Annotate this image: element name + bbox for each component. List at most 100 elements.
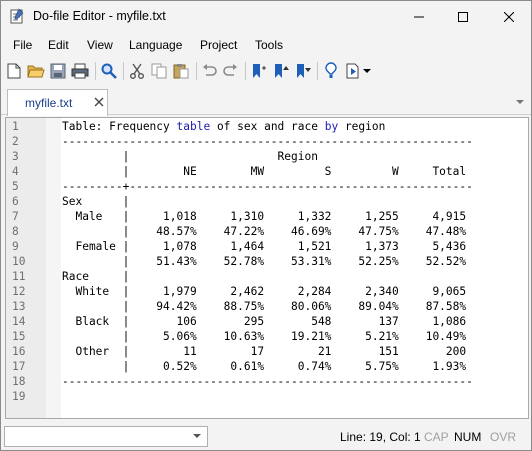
minimize-icon bbox=[414, 16, 424, 17]
text-token: Table: Frequency bbox=[62, 120, 177, 133]
save-button[interactable] bbox=[48, 60, 68, 82]
execute-do-button[interactable] bbox=[343, 60, 363, 82]
do-file-editor-app-icon bbox=[10, 8, 24, 24]
line-text: Race | bbox=[62, 269, 129, 284]
undo-button[interactable] bbox=[199, 60, 219, 82]
line-number: 5 bbox=[12, 180, 19, 193]
code-line[interactable]: 9 Female | 1,078 1,464 1,521 1,373 5,436 bbox=[6, 239, 526, 254]
line-number: 9 bbox=[12, 240, 19, 253]
code-line[interactable]: 16 Other | 11 17 21 151 200 bbox=[6, 344, 526, 359]
toolbar-separator bbox=[317, 62, 318, 80]
text-token: ----------------------------------------… bbox=[62, 135, 473, 148]
text-token: Race | bbox=[62, 270, 130, 283]
line-number: 11 bbox=[12, 270, 26, 283]
code-line[interactable]: 1 Table: Frequency table of sex and race … bbox=[6, 119, 526, 134]
line-text: Black | 106 295 548 137 1,086 bbox=[62, 314, 466, 329]
print-icon bbox=[71, 63, 89, 79]
text-token: region bbox=[338, 120, 386, 133]
toolbar-separator bbox=[245, 62, 246, 80]
text-token: | Region bbox=[62, 150, 318, 163]
do-file-editor-window: Do-file Editor - myfile.txt File Edit Vi… bbox=[0, 0, 532, 451]
code-line[interactable]: 11 Race | bbox=[6, 269, 526, 284]
editor-lines: 1 Table: Frequency table of sex and race … bbox=[6, 119, 526, 404]
code-line[interactable]: 7 Male | 1,018 1,310 1,332 1,255 4,915 bbox=[6, 209, 526, 224]
text-token: ----------------------------------------… bbox=[62, 375, 473, 388]
maximize-icon bbox=[458, 11, 468, 22]
code-line[interactable]: 18 --------------------------------------… bbox=[6, 374, 526, 389]
previous-bookmark-button[interactable] bbox=[271, 60, 291, 82]
line-number: 7 bbox=[12, 210, 19, 223]
code-line[interactable]: 10 | 51.43% 52.78% 53.31% 52.25% 52.52% bbox=[6, 254, 526, 269]
line-text: Female | 1,078 1,464 1,521 1,373 5,436 bbox=[62, 239, 466, 254]
code-line[interactable]: 14 Black | 106 295 548 137 1,086 bbox=[6, 314, 526, 329]
code-editor[interactable]: 1 Table: Frequency table of sex and race … bbox=[5, 117, 529, 419]
code-line[interactable]: 5 ---------+-----------------------------… bbox=[6, 179, 526, 194]
menu-bar: File Edit View Language Project Tools bbox=[1, 34, 531, 56]
maximize-button[interactable] bbox=[441, 1, 485, 32]
line-number: 18 bbox=[12, 375, 26, 388]
line-text: ----------------------------------------… bbox=[62, 374, 473, 389]
menu-file[interactable]: File bbox=[13, 38, 32, 52]
toolbar-separator bbox=[95, 62, 96, 80]
window-title: Do-file Editor - myfile.txt bbox=[33, 9, 166, 23]
code-line[interactable]: 3 | Region bbox=[6, 149, 526, 164]
menu-edit[interactable]: Edit bbox=[48, 38, 69, 52]
line-number: 1 bbox=[12, 120, 19, 133]
vertical-scrollbar[interactable] bbox=[518, 118, 528, 418]
next-bookmark-button[interactable] bbox=[293, 60, 313, 82]
menu-view[interactable]: View bbox=[87, 38, 113, 52]
print-button[interactable] bbox=[70, 60, 90, 82]
open-folder-icon bbox=[27, 65, 45, 77]
code-line[interactable]: 2 ---------------------------------------… bbox=[6, 134, 526, 149]
code-line[interactable]: 17 | 0.52% 0.61% 0.74% 5.75% 1.93% bbox=[6, 359, 526, 374]
text-token: | 48.57% 47.22% 46.69% 47.75% 47.48% bbox=[62, 225, 467, 238]
line-number: 8 bbox=[12, 225, 19, 238]
code-line[interactable]: 15 | 5.06% 10.63% 19.21% 5.21% 10.49% bbox=[6, 329, 526, 344]
open-button[interactable] bbox=[26, 60, 46, 82]
code-line[interactable]: 6 Sex | bbox=[6, 194, 526, 209]
menu-tools[interactable]: Tools bbox=[255, 38, 283, 52]
redo-button[interactable] bbox=[221, 60, 241, 82]
cursor-position: Line: 19, Col: 1 bbox=[340, 430, 421, 444]
code-line[interactable]: 8 | 48.57% 47.22% 46.69% 47.75% 47.48% bbox=[6, 224, 526, 239]
code-line[interactable]: 19 bbox=[6, 389, 526, 404]
status-selector-dropdown[interactable] bbox=[4, 426, 208, 447]
toggle-bookmark-icon bbox=[253, 64, 266, 78]
overwrite-indicator: OVR bbox=[490, 430, 517, 444]
text-token: Other | 11 17 21 151 200 bbox=[62, 345, 467, 358]
close-tab-button[interactable] bbox=[93, 96, 105, 108]
paste-button[interactable] bbox=[171, 60, 191, 82]
new-file-button[interactable] bbox=[4, 60, 24, 82]
show-file-in-viewer-button[interactable] bbox=[321, 60, 341, 82]
line-text: | 94.42% 88.75% 80.06% 89.04% 87.58% bbox=[62, 299, 467, 314]
menu-language[interactable]: Language bbox=[129, 38, 182, 52]
close-icon bbox=[504, 11, 514, 22]
num-lock-indicator: NUM bbox=[454, 430, 482, 444]
keyword-token: by bbox=[324, 120, 339, 133]
close-icon bbox=[94, 97, 104, 107]
tab-list-dropdown[interactable] bbox=[515, 95, 525, 104]
line-number: 13 bbox=[12, 300, 26, 313]
text-token: Male | 1,018 1,310 1,332 1,255 4,915 bbox=[62, 210, 467, 223]
code-line[interactable]: 13 | 94.42% 88.75% 80.06% 89.04% 87.58% bbox=[6, 299, 526, 314]
line-text: ---------+------------------------------… bbox=[62, 179, 473, 194]
minimize-button[interactable] bbox=[397, 1, 441, 32]
line-text: | Region bbox=[62, 149, 318, 164]
menu-project[interactable]: Project bbox=[200, 38, 237, 52]
code-line[interactable]: 12 White | 1,979 2,462 2,284 2,340 9,065 bbox=[6, 284, 526, 299]
redo-icon bbox=[223, 64, 237, 76]
code-line[interactable]: 4 | NE MW S W Total bbox=[6, 164, 526, 179]
cut-button[interactable] bbox=[127, 60, 147, 82]
line-number: 15 bbox=[12, 330, 26, 343]
close-window-button[interactable] bbox=[487, 1, 531, 32]
line-number: 3 bbox=[12, 150, 19, 163]
tab-bar: myfile.txt bbox=[1, 87, 531, 116]
copy-button[interactable] bbox=[149, 60, 169, 82]
text-token: | 0.52% 0.61% 0.74% 5.75% 1.93% bbox=[62, 360, 467, 373]
line-text: Sex | bbox=[62, 194, 129, 209]
execute-options-dropdown[interactable] bbox=[361, 60, 373, 82]
previous-bookmark-icon bbox=[275, 64, 289, 78]
find-button[interactable] bbox=[99, 60, 119, 82]
toggle-bookmark-button[interactable] bbox=[249, 60, 269, 82]
tab-myfile[interactable]: myfile.txt bbox=[7, 89, 108, 116]
